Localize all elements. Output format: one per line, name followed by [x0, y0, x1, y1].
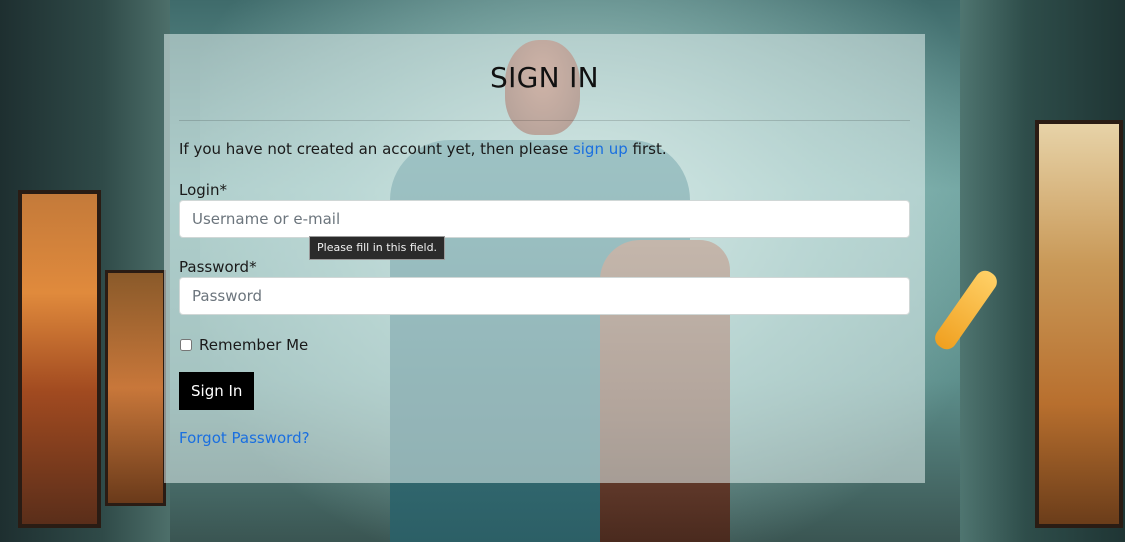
page-title: SIGN IN — [490, 61, 599, 94]
signup-prompt-text-before: If you have not created an account yet, … — [179, 140, 573, 158]
background-shopfront-left-small — [105, 270, 166, 506]
signup-link[interactable]: sign up — [573, 140, 628, 158]
login-input[interactable] — [179, 200, 910, 238]
password-input[interactable] — [179, 277, 910, 315]
title-divider — [179, 120, 910, 121]
forgot-password-link[interactable]: Forgot Password? — [179, 428, 910, 448]
signin-card: SIGN IN If you have not created an accou… — [164, 34, 925, 483]
login-field-wrapper: Please fill in this field. — [179, 200, 910, 260]
login-label: Login* — [179, 181, 227, 199]
signup-prompt-text-after: first. — [627, 140, 667, 158]
signup-prompt: If you have not created an account yet, … — [179, 138, 910, 160]
remember-me-label: Remember Me — [199, 336, 309, 354]
background-shopfront-right — [1035, 120, 1123, 528]
remember-me-checkbox[interactable] — [180, 339, 192, 351]
sign-in-button[interactable]: Sign In — [179, 372, 255, 410]
remember-me[interactable]: Remember Me — [179, 335, 910, 355]
validation-tooltip: Please fill in this field. — [309, 236, 446, 260]
password-label: Password* — [179, 258, 257, 276]
background-shopfront-left — [18, 190, 101, 528]
